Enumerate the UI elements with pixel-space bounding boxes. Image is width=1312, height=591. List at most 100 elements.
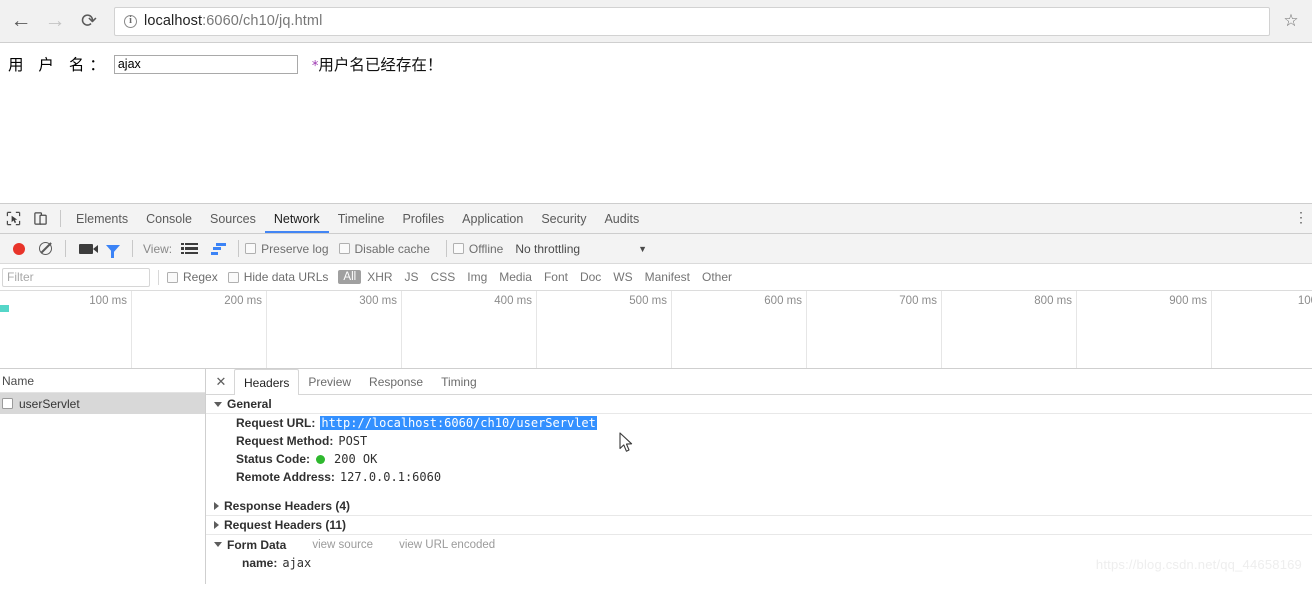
back-arrow-icon[interactable]: ←: [4, 4, 38, 38]
view-url-encoded-link[interactable]: view URL encoded: [399, 539, 495, 551]
regex-checkbox[interactable]: [167, 271, 178, 283]
network-toolbar: View: Preserve log Disable cache Offline…: [0, 234, 1312, 264]
tab-console[interactable]: Console: [137, 204, 201, 233]
filter-type-other[interactable]: Other: [696, 269, 738, 285]
inspect-element-icon[interactable]: [0, 205, 27, 233]
status-ok-icon: [316, 454, 326, 464]
username-label: 用 户 名：: [8, 56, 110, 74]
filter-type-doc[interactable]: Doc: [574, 269, 607, 285]
device-toolbar-icon[interactable]: [27, 205, 54, 233]
column-header-name: Name: [2, 373, 35, 388]
disable-cache-label: Disable cache: [354, 241, 430, 256]
ruler-tick-700: 700 ms: [899, 291, 942, 368]
offline-label: Offline: [468, 241, 504, 256]
preserve-log-checkbox[interactable]: [245, 243, 257, 254]
ruler-tick-300: 300 ms: [359, 291, 402, 368]
list-view-icon[interactable]: [178, 235, 205, 263]
tab-profiles[interactable]: Profiles: [393, 204, 453, 233]
devtools-panel: Elements Console Sources Network Timelin…: [0, 203, 1312, 591]
request-name: userServlet: [19, 396, 80, 411]
response-headers-section[interactable]: Response Headers (4): [206, 497, 1312, 516]
form-data-title: Form Data: [227, 537, 287, 552]
filter-type-css[interactable]: CSS: [425, 269, 462, 285]
tab-application[interactable]: Application: [453, 204, 532, 233]
timeline-request-bar: [0, 305, 9, 312]
reload-icon[interactable]: ⟳: [72, 4, 106, 38]
request-detail-tabbar: ✕ Headers Preview Response Timing: [206, 369, 1312, 395]
view-source-link[interactable]: view source: [312, 539, 373, 551]
network-timeline-overview[interactable]: 100 ms 200 ms 300 ms 400 ms 500 ms 600 m…: [0, 291, 1312, 369]
request-method-key: Request Method:: [236, 434, 334, 448]
toolbar-divider-5: [445, 240, 447, 257]
filter-type-all[interactable]: All: [338, 270, 362, 284]
request-url-value[interactable]: http://localhost:6060/ch10/userServlet: [320, 416, 597, 430]
ruler-tick-600: 600 ms: [764, 291, 807, 368]
regex-label: Regex: [183, 270, 218, 284]
waterfall-view-icon[interactable]: [205, 235, 232, 263]
clear-button[interactable]: [32, 235, 59, 263]
toolbar-divider-3: [132, 240, 133, 257]
ruler-tick-100: 100 ms: [89, 291, 132, 368]
tab-audits[interactable]: Audits: [595, 204, 648, 233]
request-headers-section[interactable]: Request Headers (11): [206, 516, 1312, 535]
hide-data-urls-label: Hide data URLs: [243, 270, 329, 284]
url-host: localhost: [144, 13, 203, 29]
preserve-log-label: Preserve log: [261, 241, 329, 256]
filter-funnel-icon[interactable]: [99, 235, 126, 263]
request-list-header: Name: [0, 369, 205, 393]
table-row[interactable]: userServlet: [0, 393, 205, 414]
disable-cache-checkbox[interactable]: [338, 243, 350, 254]
hide-data-urls-checkbox[interactable]: [227, 271, 239, 283]
detail-tab-headers[interactable]: Headers: [234, 369, 300, 395]
general-section-title: General: [227, 397, 272, 411]
request-headers-title: Request Headers (11): [224, 518, 347, 532]
status-code-key: Status Code:: [236, 452, 311, 466]
throttling-select[interactable]: No throttling: [515, 242, 580, 256]
browser-toolbar: ← → ⟳ i localhost:6060/ch10/jq.html ☆: [0, 0, 1312, 43]
bookmark-star-icon[interactable]: ☆: [1276, 6, 1306, 36]
filter-type-media[interactable]: Media: [493, 269, 538, 285]
site-info-icon[interactable]: i: [124, 14, 137, 28]
filter-type-img[interactable]: Img: [461, 269, 493, 285]
tab-timeline[interactable]: Timeline: [329, 204, 394, 233]
page-viewport: 用 户 名： *用户名已经存在！: [0, 43, 1312, 203]
chevron-down-icon[interactable]: ▼: [638, 244, 647, 254]
detail-tab-timing[interactable]: Timing: [432, 369, 486, 394]
form-data-section[interactable]: Form Data view source view URL encoded: [206, 535, 1312, 554]
close-icon[interactable]: ✕: [214, 374, 228, 390]
tab-security[interactable]: Security: [532, 204, 595, 233]
tab-elements[interactable]: Elements: [67, 204, 137, 233]
request-type-icon: [2, 398, 13, 409]
capture-screenshots-icon[interactable]: [72, 235, 99, 263]
tab-sources[interactable]: Sources: [201, 204, 265, 233]
response-headers-title: Response Headers (4): [224, 499, 351, 513]
username-input[interactable]: [113, 54, 298, 74]
filter-type-ws[interactable]: WS: [607, 269, 638, 285]
headers-body: General Request URL: http://localhost:60…: [206, 395, 1312, 584]
address-bar[interactable]: i localhost:6060/ch10/jq.html: [114, 6, 1270, 36]
toolbar-divider: [60, 210, 61, 227]
network-filter-bar: Regex Hide data URLs All XHR JS CSS Img …: [0, 264, 1312, 291]
form-data-key: name:: [242, 556, 278, 570]
ruler-tick-500: 500 ms: [629, 291, 672, 368]
status-code-value: 200 OK: [334, 452, 378, 466]
address-bar-url: localhost:6060/ch10/jq.html: [144, 13, 322, 29]
filter-type-xhr[interactable]: XHR: [361, 269, 398, 285]
request-list-pane: Name userServlet: [0, 369, 206, 584]
filter-type-manifest[interactable]: Manifest: [639, 269, 696, 285]
filter-type-font[interactable]: Font: [538, 269, 574, 285]
filter-input[interactable]: [2, 267, 150, 287]
detail-tab-response[interactable]: Response: [360, 369, 432, 394]
forward-arrow-icon[interactable]: →: [38, 4, 72, 38]
offline-checkbox[interactable]: [452, 243, 464, 254]
filter-type-js[interactable]: JS: [399, 269, 425, 285]
record-button[interactable]: [5, 235, 32, 263]
tab-network[interactable]: Network: [265, 204, 329, 233]
chevron-right-icon: [214, 502, 219, 510]
general-section-header[interactable]: General: [206, 395, 1312, 414]
devtools-more-options-icon[interactable]: ⋮: [1294, 210, 1308, 224]
request-method-value: POST: [338, 434, 368, 448]
detail-tab-preview[interactable]: Preview: [299, 369, 360, 394]
url-path: :6060/ch10/jq.html: [202, 13, 323, 29]
ruler-tick-200: 200 ms: [224, 291, 267, 368]
